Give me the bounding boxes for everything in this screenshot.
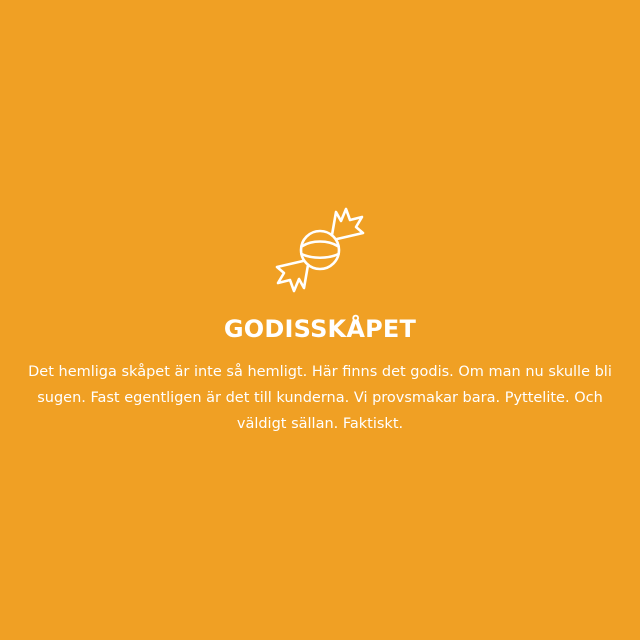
card-title: GODISSKÅPET (223, 315, 417, 343)
card-description: Det hemliga skåpet är inte så hemligt. H… (28, 364, 612, 432)
candy-icon (270, 200, 370, 300)
candy-card: GODISSKÅPET Det hemliga skåpet är inte s… (0, 0, 640, 640)
